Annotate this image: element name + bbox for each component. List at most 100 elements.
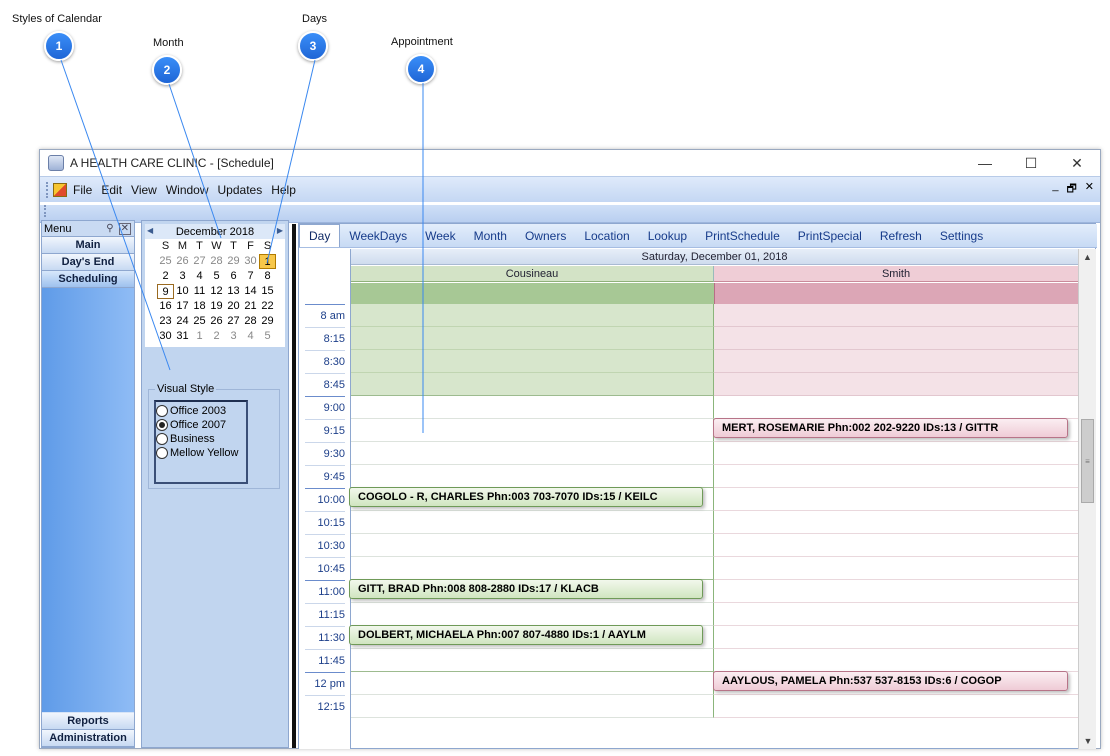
slot-cousineau[interactable]: [351, 419, 714, 442]
tab-settings[interactable]: Settings: [931, 225, 992, 247]
slot-smith[interactable]: [714, 511, 1078, 534]
pin-icon[interactable]: ⚲: [106, 223, 113, 234]
minical-day[interactable]: 14: [242, 284, 259, 299]
minical-day[interactable]: 17: [174, 299, 191, 314]
radio-button[interactable]: [156, 405, 168, 417]
appointment[interactable]: COGOLO - R, CHARLES Phn:003 703-7070 IDs…: [349, 487, 703, 507]
minical-day[interactable]: 18: [191, 299, 208, 314]
tab-day[interactable]: Day: [299, 224, 341, 247]
next-month-icon[interactable]: ▶: [277, 226, 283, 235]
minical-day[interactable]: 8: [259, 269, 276, 284]
slot-smith[interactable]: [714, 649, 1078, 672]
minical-day[interactable]: 1: [191, 329, 208, 344]
minical-day[interactable]: 4: [242, 329, 259, 344]
minimize-button[interactable]: —: [962, 150, 1008, 176]
minical-day[interactable]: 30: [242, 254, 259, 269]
tab-week[interactable]: Week: [416, 225, 464, 247]
radio-button[interactable]: [156, 419, 168, 431]
minical-day[interactable]: 21: [242, 299, 259, 314]
minical-day[interactable]: 1: [259, 254, 276, 269]
minical-day[interactable]: 23: [157, 314, 174, 329]
appointment[interactable]: DOLBERT, MICHAELA Phn:007 807-4880 IDs:1…: [349, 625, 703, 645]
scroll-up-icon[interactable]: ▲: [1079, 249, 1096, 265]
minical-day[interactable]: 27: [225, 314, 242, 329]
slot-smith[interactable]: [714, 534, 1078, 557]
tab-owners[interactable]: Owners: [516, 225, 575, 247]
slot-cousineau[interactable]: [351, 534, 714, 557]
slot-smith[interactable]: [714, 327, 1078, 350]
slot-smith[interactable]: [714, 488, 1078, 511]
minical-day[interactable]: 28: [208, 254, 225, 269]
tab-refresh[interactable]: Refresh: [871, 225, 931, 247]
minical-day[interactable]: 12: [208, 284, 225, 299]
minical-day[interactable]: 16: [157, 299, 174, 314]
slot-cousineau[interactable]: [351, 304, 714, 327]
tab-weekdays[interactable]: WeekDays: [340, 225, 416, 247]
menu-view[interactable]: View: [131, 183, 157, 197]
minical-day[interactable]: 4: [191, 269, 208, 284]
slot-cousineau[interactable]: [351, 465, 714, 488]
vertical-scrollbar[interactable]: ▲ ≡ ▼: [1078, 249, 1096, 749]
splitter[interactable]: [292, 224, 296, 748]
radio-button[interactable]: [156, 433, 168, 445]
mdi-restore-button[interactable]: 🗗: [1066, 180, 1076, 199]
minical-day[interactable]: 13: [225, 284, 242, 299]
minical-day[interactable]: 2: [208, 329, 225, 344]
minical-day[interactable]: 9: [157, 284, 174, 299]
minical-day[interactable]: 7: [242, 269, 259, 284]
minical-day[interactable]: 11: [191, 284, 208, 299]
close-button[interactable]: ✕: [1054, 150, 1100, 176]
slot-cousineau[interactable]: [351, 695, 714, 718]
minical-day[interactable]: 26: [174, 254, 191, 269]
visual-style-option[interactable]: Office 2007: [156, 418, 246, 432]
minical-day[interactable]: 3: [174, 269, 191, 284]
menu-window[interactable]: Window: [166, 183, 209, 197]
minical-day[interactable]: 25: [157, 254, 174, 269]
minical-day[interactable]: 5: [259, 329, 276, 344]
tab-month[interactable]: Month: [465, 225, 516, 247]
maximize-button[interactable]: ☐: [1008, 150, 1054, 176]
slot-cousineau[interactable]: [351, 350, 714, 373]
slot-smith[interactable]: [714, 580, 1078, 603]
minical-day[interactable]: 10: [174, 284, 191, 299]
scroll-thumb[interactable]: ≡: [1081, 419, 1094, 503]
slot-smith[interactable]: [714, 304, 1078, 327]
mdi-close-button[interactable]: ✕: [1085, 180, 1094, 199]
slot-smith[interactable]: [714, 626, 1078, 649]
slot-cousineau[interactable]: [351, 327, 714, 350]
slot-cousineau[interactable]: [351, 396, 714, 419]
minical-day[interactable]: 29: [259, 314, 276, 329]
minical-day[interactable]: 30: [157, 329, 174, 344]
minical-day[interactable]: 27: [191, 254, 208, 269]
tab-printspecial[interactable]: PrintSpecial: [789, 225, 871, 247]
slot-smith[interactable]: [714, 603, 1078, 626]
tab-lookup[interactable]: Lookup: [639, 225, 696, 247]
minical-day[interactable]: 22: [259, 299, 276, 314]
slot-smith[interactable]: [714, 695, 1078, 718]
minical-day[interactable]: 29: [225, 254, 242, 269]
slot-smith[interactable]: [714, 396, 1078, 419]
minical-day[interactable]: 20: [225, 299, 242, 314]
slot-cousineau[interactable]: [351, 672, 714, 695]
slot-cousineau[interactable]: [351, 511, 714, 534]
slot-cousineau[interactable]: [351, 603, 714, 626]
minical-day[interactable]: 31: [174, 329, 191, 344]
slot-cousineau[interactable]: [351, 373, 714, 396]
nav-item-days-end[interactable]: Day's End: [42, 254, 134, 271]
minical-day[interactable]: 26: [208, 314, 225, 329]
menu-help[interactable]: Help: [271, 183, 296, 197]
menu-file[interactable]: File: [73, 183, 92, 197]
appointment[interactable]: AAYLOUS, PAMELA Phn:537 537-8153 IDs:6 /…: [713, 671, 1068, 691]
visual-style-option[interactable]: Mellow Yellow: [156, 446, 246, 460]
slot-smith[interactable]: [714, 465, 1078, 488]
nav-item-scheduling[interactable]: Scheduling: [42, 271, 134, 288]
tab-location[interactable]: Location: [575, 225, 638, 247]
minical-day[interactable]: 24: [174, 314, 191, 329]
minical-day[interactable]: 3: [225, 329, 242, 344]
minical-day[interactable]: 25: [191, 314, 208, 329]
slot-cousineau[interactable]: [351, 649, 714, 672]
slot-smith[interactable]: [714, 557, 1078, 580]
minical-day[interactable]: 6: [225, 269, 242, 284]
appointment[interactable]: MERT, ROSEMARIE Phn:002 202-9220 IDs:13 …: [713, 418, 1068, 438]
minical-day[interactable]: 28: [242, 314, 259, 329]
